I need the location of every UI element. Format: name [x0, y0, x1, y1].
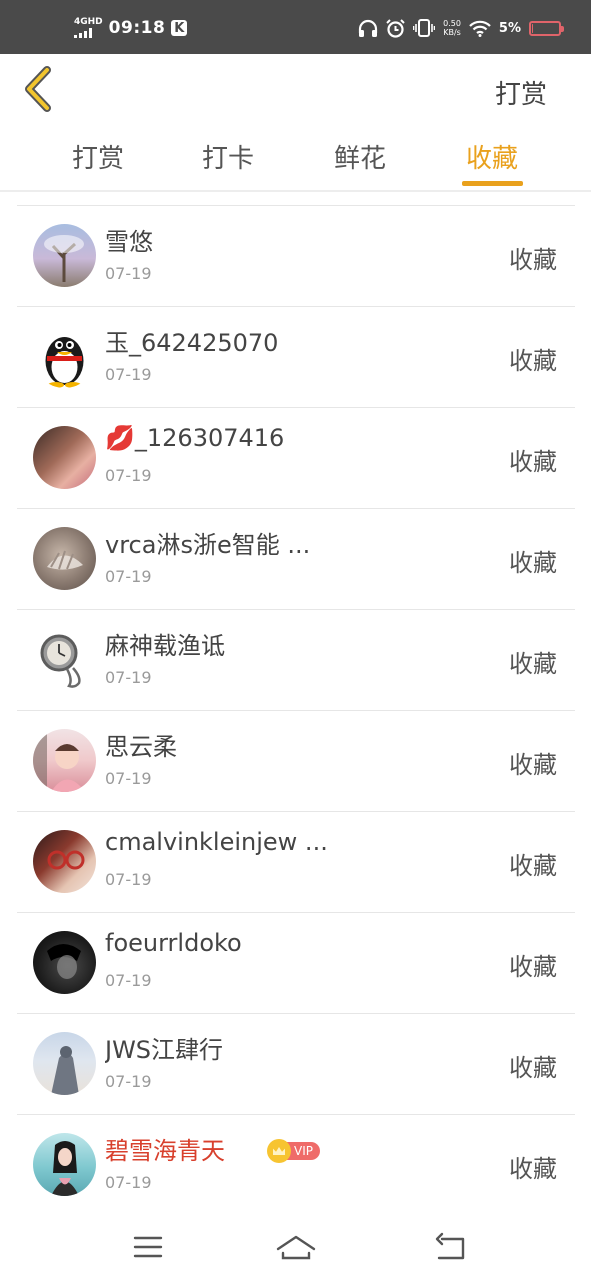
username: foeurrldoko	[105, 929, 242, 957]
back-icon	[435, 1232, 465, 1260]
tab-checkin[interactable]: 打卡	[200, 138, 256, 175]
username: 玉_642425070	[105, 329, 279, 357]
list-item[interactable]: foeurrldoko 07-19 收藏	[17, 913, 575, 1014]
battery-icon	[529, 20, 564, 36]
wifi-icon	[469, 20, 491, 37]
username: 思云柔	[105, 733, 177, 761]
network-speed: 0.50 KB/s	[443, 19, 461, 37]
penguin-icon	[45, 337, 84, 388]
list-item[interactable]: 💋_126307416 07-19 收藏	[17, 408, 575, 509]
battery-percent: 5%	[498, 20, 521, 36]
avatar	[33, 830, 96, 893]
favorite-label: 收藏	[509, 852, 557, 880]
tab-bar: 打赏 打卡 鲜花 收藏	[0, 126, 591, 192]
system-nav-bar	[0, 1213, 591, 1280]
username: JWS江肆行	[105, 1036, 224, 1064]
app-header: 打赏	[0, 54, 591, 126]
avatar	[33, 729, 96, 792]
list-item[interactable]: 碧雪海青天 VIP 07-19 收藏	[17, 1115, 575, 1216]
avatar	[33, 426, 96, 489]
list-item[interactable]: 麻神载渔诋 07-19 收藏	[17, 610, 575, 711]
date: 07-19	[105, 668, 152, 687]
favorite-label: 收藏	[509, 953, 557, 981]
battery-fill	[532, 23, 533, 33]
network-type: 4GHD	[74, 17, 103, 27]
active-tab-indicator	[462, 181, 523, 186]
header-reward-button[interactable]: 打赏	[495, 74, 547, 111]
date: 07-19	[105, 870, 152, 889]
list-item[interactable]: vrca淋s浙e智能 ... 07-19 收藏	[17, 509, 575, 610]
list-item[interactable]: 思云柔 07-19 收藏	[17, 711, 575, 812]
status-right: 0.50 KB/s 5%	[358, 16, 564, 40]
favorite-label: 收藏	[509, 1155, 557, 1183]
favorite-label: 收藏	[509, 650, 557, 678]
username: 💋_126307416	[105, 424, 285, 452]
date: 07-19	[105, 567, 152, 586]
avatar	[33, 325, 96, 388]
username: vrca淋s浙e智能 ...	[105, 531, 311, 559]
date: 07-19	[105, 365, 152, 384]
alarm-icon	[386, 18, 405, 38]
favorite-label: 收藏	[509, 347, 557, 375]
home-icon	[276, 1235, 316, 1260]
crown-icon	[267, 1139, 291, 1163]
home-button[interactable]	[274, 1227, 318, 1267]
date: 07-19	[105, 1072, 152, 1091]
list-item[interactable]: cmalvinkleinjew ... 07-19 收藏	[17, 812, 575, 913]
list-item[interactable]: 雪悠 07-19 收藏	[17, 206, 575, 307]
pocket-watch-icon	[40, 634, 81, 688]
tab-favorites[interactable]: 收藏	[464, 138, 520, 175]
vibrate-icon	[413, 19, 436, 37]
date: 07-19	[105, 264, 152, 283]
avatar	[33, 224, 96, 287]
avatar	[33, 1133, 96, 1196]
network-indicator: 4GHD	[74, 18, 103, 38]
favorite-label: 收藏	[509, 1054, 557, 1082]
status-left: 4GHD 09:18 K	[74, 16, 188, 40]
avatar	[33, 931, 96, 994]
app-notification-icon: K	[171, 20, 188, 36]
signal-icon	[74, 28, 92, 38]
date: 07-19	[105, 466, 152, 485]
favorites-list: 雪悠 07-19 收藏 玉_642425070 07-19 收藏 💋_12630…	[17, 205, 575, 1216]
avatar	[33, 527, 96, 590]
username: 碧雪海青天	[105, 1137, 225, 1165]
avatar	[33, 1032, 96, 1095]
vip-badge: VIP	[267, 1139, 320, 1163]
date: 07-19	[105, 971, 152, 990]
status-bar: 4GHD 09:18 K 0.50 KB/s 5%	[0, 0, 591, 54]
tab-flowers[interactable]: 鲜花	[332, 138, 388, 175]
back-nav-button[interactable]	[429, 1227, 473, 1267]
list-item[interactable]: 玉_642425070 07-19 收藏	[17, 307, 575, 408]
username: 雪悠	[105, 228, 153, 256]
favorite-label: 收藏	[509, 448, 557, 476]
favorite-label: 收藏	[509, 549, 557, 577]
username: 麻神载渔诋	[105, 632, 225, 660]
headphones-icon	[359, 19, 378, 37]
clock: 09:18	[108, 18, 166, 38]
menu-button[interactable]	[126, 1227, 170, 1267]
avatar	[33, 628, 96, 691]
favorite-label: 收藏	[509, 751, 557, 779]
chevron-left-icon	[25, 66, 51, 112]
menu-icon	[133, 1236, 163, 1258]
favorite-label: 收藏	[509, 246, 557, 274]
date: 07-19	[105, 769, 152, 788]
date: 07-19	[105, 1173, 152, 1192]
username: cmalvinkleinjew ...	[105, 828, 328, 856]
tab-reward[interactable]: 打赏	[70, 138, 126, 175]
back-button[interactable]	[20, 66, 60, 112]
list-item[interactable]: JWS江肆行 07-19 收藏	[17, 1014, 575, 1115]
